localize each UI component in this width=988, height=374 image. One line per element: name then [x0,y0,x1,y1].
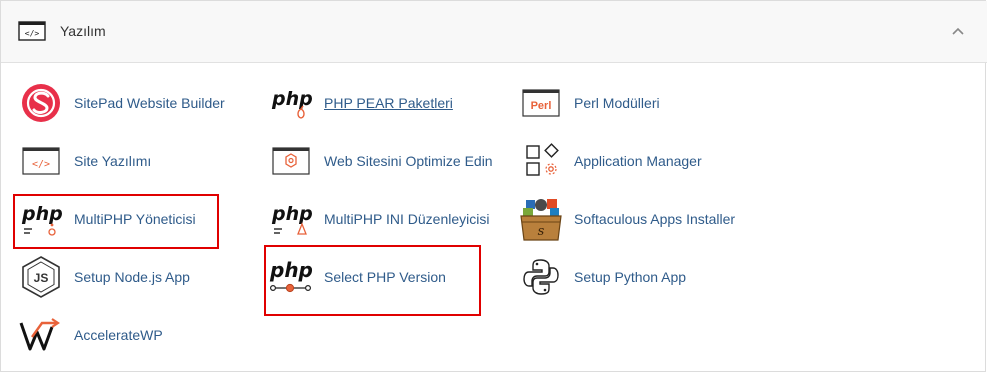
setup-python-app-link[interactable]: Setup Python App [518,257,686,297]
perl-icon: Perl [518,83,564,123]
item-label: Perl Modülleri [574,95,660,111]
item-label: MultiPHP Yöneticisi [74,211,196,227]
svg-text:</>: </> [25,29,40,38]
select-php-version-link[interactable]: php Select PHP Version [268,257,446,297]
softaculous-icon: s [518,199,564,241]
item-label: Setup Python App [574,269,687,285]
sitepad-icon [18,83,64,123]
softaculous-link[interactable]: s Softaculous Apps Installer [518,199,736,241]
app-manager-icon [518,141,564,181]
svg-text:Perl: Perl [531,100,552,112]
acceleratewp-icon [18,315,64,355]
site-software-link[interactable]: </> Site Yazılımı [18,141,151,181]
item-label: Setup Node.js App [74,269,190,285]
python-icon [518,257,564,297]
nodejs-icon: JS [18,256,64,298]
php-pear-icon: php [268,83,314,123]
setup-nodejs-app-link[interactable]: JS Setup Node.js App [18,256,190,298]
multiphp-manager-icon: php [18,199,64,239]
svg-text:php: php [269,258,313,282]
svg-text:php: php [271,88,313,110]
item-label: AccelerateWP [74,327,163,343]
code-window-icon: </> [18,21,46,41]
optimize-website-link[interactable]: Web Sitesini Optimize Edin [268,141,493,181]
svg-text:php: php [21,203,63,225]
section-title: Yazılım [60,23,106,39]
svg-text:</>: </> [32,159,50,170]
multiphp-manager-link[interactable]: php MultiPHP Yöneticisi [18,199,196,239]
item-label: Select PHP Version [324,269,446,285]
item-label: SitePad Website Builder [74,95,225,111]
item-label: PHP PEAR Paketleri [324,95,453,111]
item-label: Web Sitesini Optimize Edin [324,153,493,169]
software-panel: </> Yazılım SitePad Website Builder php … [0,0,987,372]
chevron-up-icon[interactable] [950,23,966,39]
select-php-icon: php [268,257,314,297]
optimize-icon [268,141,314,181]
item-label: Site Yazılımı [74,153,152,169]
acceleratewp-link[interactable]: AccelerateWP [18,315,163,355]
svg-text:s: s [538,224,545,239]
multiphp-ini-icon: php [268,199,314,239]
perl-modules-link[interactable]: Perl Perl Modülleri [518,83,660,123]
item-label: MultiPHP INI Düzenleyicisi [324,211,490,227]
site-software-icon: </> [18,141,64,181]
php-pear-link[interactable]: php PHP PEAR Paketleri [268,83,453,123]
section-header[interactable]: </> Yazılım [1,1,987,63]
item-label: Softaculous Apps Installer [574,211,736,227]
sitepad-website-builder-link[interactable]: SitePad Website Builder [18,83,225,123]
multiphp-ini-editor-link[interactable]: php MultiPHP INI Düzenleyicisi [268,199,489,239]
svg-text:php: php [271,203,313,225]
svg-text:JS: JS [34,271,49,285]
item-label: Application Manager [574,153,702,169]
application-manager-link[interactable]: Application Manager [518,141,702,181]
